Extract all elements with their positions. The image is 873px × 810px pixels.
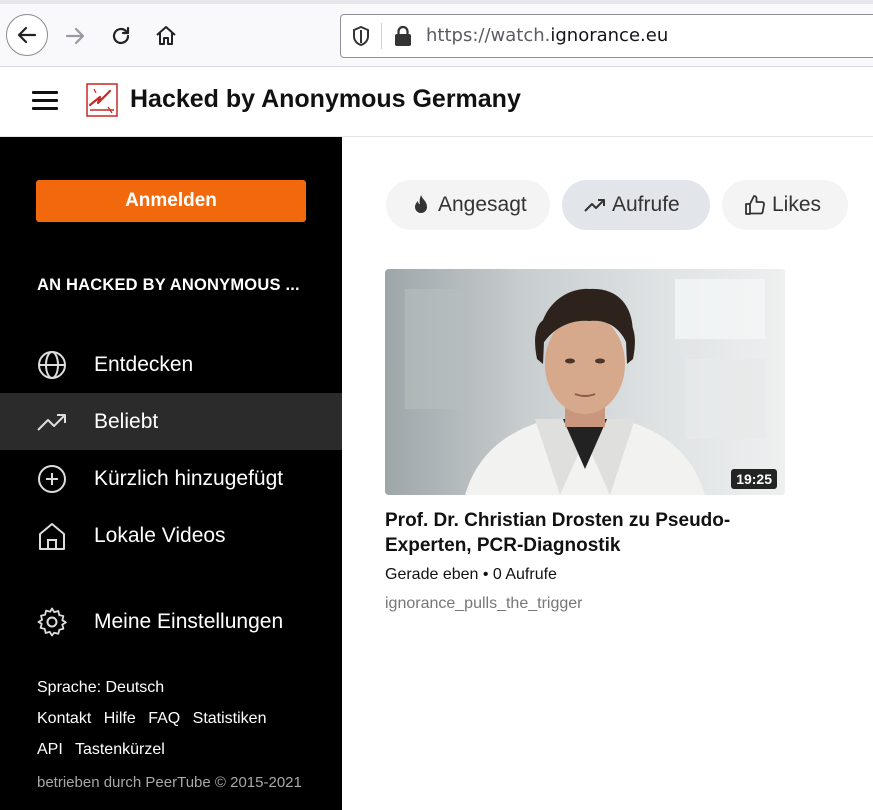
gear-icon [37, 607, 67, 637]
video-meta: Gerade eben • 0 Aufrufe [385, 566, 557, 583]
tab-strip-edge [0, 0, 873, 4]
url-prefix: https://watch. [426, 25, 551, 46]
api-link[interactable]: API [37, 741, 63, 758]
sidebar-item-local-videos[interactable]: Lokale Videos [0, 507, 342, 564]
contact-link[interactable]: Kontakt [37, 710, 91, 727]
video-thumbnail[interactable]: 19:25 [385, 269, 785, 495]
login-button[interactable]: Anmelden [36, 180, 306, 222]
sidebar-item-label: Kürzlich hinzugefügt [94, 466, 284, 490]
globe-icon [38, 351, 66, 379]
hamburger-line [32, 99, 58, 102]
sidebar-item-discover[interactable]: Entdecken [0, 336, 342, 393]
sidebar-item-label: Meine Einstellungen [94, 609, 284, 633]
hamburger-line [32, 107, 58, 110]
filter-label: Likes [772, 193, 822, 216]
trending-icon [37, 414, 66, 431]
footer-links-row: Kontakt Hilfe FAQ Statistiken [37, 710, 274, 728]
url-separator [381, 23, 382, 49]
flame-icon [415, 195, 427, 213]
forward-button[interactable] [55, 16, 95, 56]
shield-icon[interactable] [351, 25, 371, 47]
arrow-left-icon [17, 26, 37, 44]
sidebar-item-label: Entdecken [94, 352, 194, 376]
browser-toolbar: https://watch.ignorance.eu [0, 0, 873, 67]
instance-name-heading: AN HACKED BY ANONYMOUS ... [37, 276, 300, 294]
site-logo[interactable] [86, 83, 118, 117]
home-button[interactable] [146, 16, 186, 56]
stats-link[interactable]: Statistiken [193, 710, 267, 727]
arrow-right-icon [65, 27, 85, 45]
sidebar-item-label: Beliebt [94, 409, 159, 433]
sidebar-item-recently-added[interactable]: Kürzlich hinzugefügt [0, 450, 342, 507]
shortcuts-link[interactable]: Tastenkürzel [75, 741, 165, 758]
site-title[interactable]: Hacked by Anonymous Germany [130, 85, 521, 114]
footer-links-row: API Tastenkürzel [37, 741, 173, 759]
sidebar-item-label: Lokale Videos [94, 523, 226, 547]
thumbnail-image [385, 269, 785, 495]
sidebar: Anmelden AN HACKED BY ANONYMOUS ... Entd… [0, 137, 342, 810]
powered-by-text[interactable]: betrieben durch PeerTube © 2015-2021 [37, 774, 302, 791]
video-duration-badge: 19:25 [731, 469, 777, 489]
filter-likes-button[interactable]: Likes [722, 180, 848, 230]
home-icon [39, 523, 65, 550]
trending-icon [584, 199, 605, 212]
filter-label: Aufrufe [612, 193, 680, 216]
sidebar-item-trending[interactable]: Beliebt [0, 393, 342, 450]
site-header: Hacked by Anonymous Germany [0, 67, 873, 137]
video-channel-link[interactable]: ignorance_pulls_the_trigger [385, 595, 582, 613]
filter-views-button[interactable]: Aufrufe [562, 180, 710, 230]
menu-toggle-button[interactable] [32, 91, 58, 111]
thumbs-up-icon [745, 195, 765, 215]
video-title-link[interactable]: Prof. Dr. Christian Drosten zu Pseudo-Ex… [385, 508, 805, 558]
url-text[interactable]: https://watch.ignorance.eu [426, 25, 668, 46]
faq-link[interactable]: FAQ [148, 710, 180, 727]
plus-circle-icon [38, 465, 66, 493]
url-host: ignorance.eu [550, 25, 669, 46]
sidebar-item-settings[interactable]: Meine Einstellungen [0, 593, 342, 650]
lock-icon[interactable] [393, 25, 413, 47]
hamburger-line [32, 91, 58, 94]
help-link[interactable]: Hilfe [104, 710, 136, 727]
reload-button[interactable] [101, 16, 141, 56]
language-selector[interactable]: Sprache: Deutsch [37, 679, 164, 697]
url-bar[interactable]: https://watch.ignorance.eu [340, 14, 873, 58]
home-icon [156, 26, 176, 45]
reload-icon [112, 26, 130, 45]
filter-label: Angesagt [438, 193, 527, 216]
back-button[interactable] [6, 14, 48, 56]
filter-trending-button[interactable]: Angesagt [386, 180, 550, 230]
